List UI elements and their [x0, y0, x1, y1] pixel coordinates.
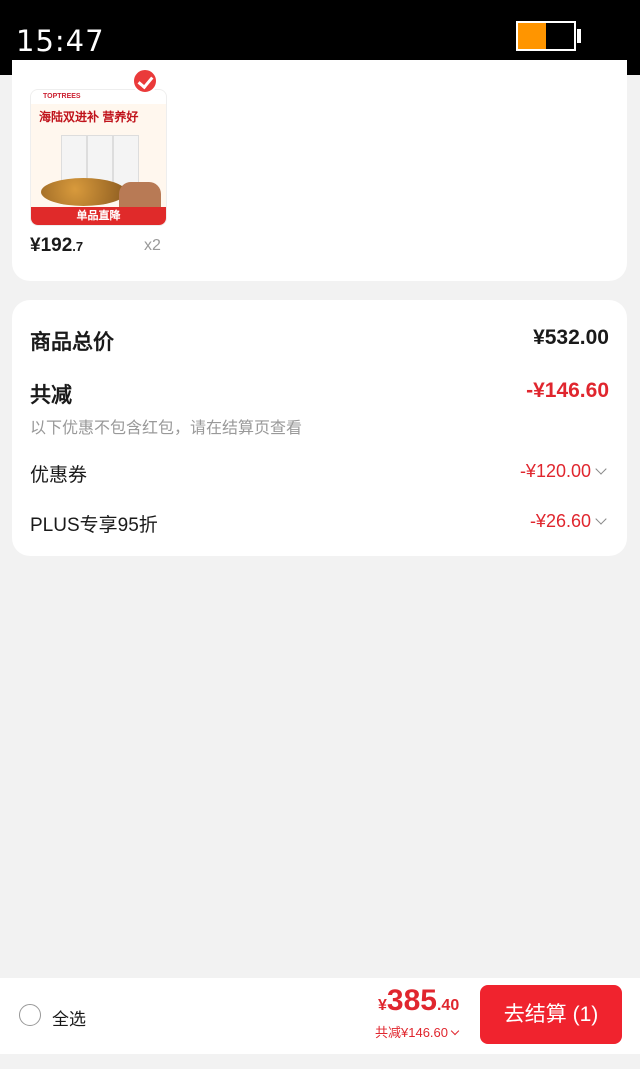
- price-summary-card: 商品总价 ¥532.00 共减 -¥146.60 以下优惠不包含红包，请在结算页…: [12, 300, 627, 556]
- amount-decimal: .40: [436, 997, 460, 1014]
- saved-text: 共减¥146.60: [375, 1025, 448, 1040]
- chevron-down-icon: [595, 513, 607, 525]
- amount-currency: ¥: [378, 997, 387, 1014]
- reduce-label: 共减: [30, 384, 72, 407]
- checkout-button[interactable]: 去结算 (1): [480, 985, 622, 1044]
- plus-row-toggle[interactable]: -¥26.60: [529, 511, 607, 532]
- discount-note: 以下优惠不包含红包，请在结算页查看: [30, 420, 303, 437]
- battery-tip: [577, 29, 581, 43]
- thumbnail-family: [119, 182, 161, 208]
- product-quantity: x2: [144, 237, 161, 254]
- total-amount: ¥385.40: [378, 984, 459, 1018]
- product-price-decimal: .7: [72, 239, 84, 254]
- product-card: TOPTREES 海陆双进补 营养好 单品直降 ¥192.7 x2: [12, 60, 627, 281]
- coupon-value: -¥120.00: [519, 461, 591, 481]
- thumbnail-slogan: 海陆双进补 营养好: [39, 110, 139, 124]
- item-checkbox-checked-icon[interactable]: [132, 68, 158, 94]
- product-price: ¥192.7: [30, 235, 83, 257]
- coupon-label: 优惠券: [30, 465, 88, 486]
- total-label: 商品总价: [30, 331, 114, 354]
- battery-level: [518, 23, 546, 49]
- chevron-down-icon: [450, 1026, 460, 1036]
- thumbnail-nuts: [41, 178, 126, 206]
- status-time: 15:47: [16, 24, 105, 58]
- chevron-down-icon: [595, 463, 607, 475]
- plus-label: PLUS专享95折: [30, 515, 158, 536]
- saved-toggle[interactable]: 共减¥146.60: [375, 1022, 460, 1041]
- thumbnail-banner: 单品直降: [31, 207, 166, 225]
- coupon-row-toggle[interactable]: -¥120.00: [519, 461, 607, 482]
- product-price-main: ¥192: [30, 235, 73, 256]
- checkout-bar: 全选 ¥385.40 共减¥146.60 去结算 (1): [0, 978, 640, 1054]
- select-all-label[interactable]: 全选: [52, 1005, 86, 1030]
- select-all-radio[interactable]: [19, 1004, 41, 1026]
- product-thumbnail[interactable]: TOPTREES 海陆双进补 营养好 单品直降: [30, 89, 167, 226]
- amount-int: 385: [386, 984, 437, 1017]
- reduce-value: -¥146.60: [526, 379, 609, 402]
- battery-icon: [516, 21, 576, 51]
- plus-value: -¥26.60: [529, 511, 591, 531]
- total-value: ¥532.00: [533, 326, 609, 349]
